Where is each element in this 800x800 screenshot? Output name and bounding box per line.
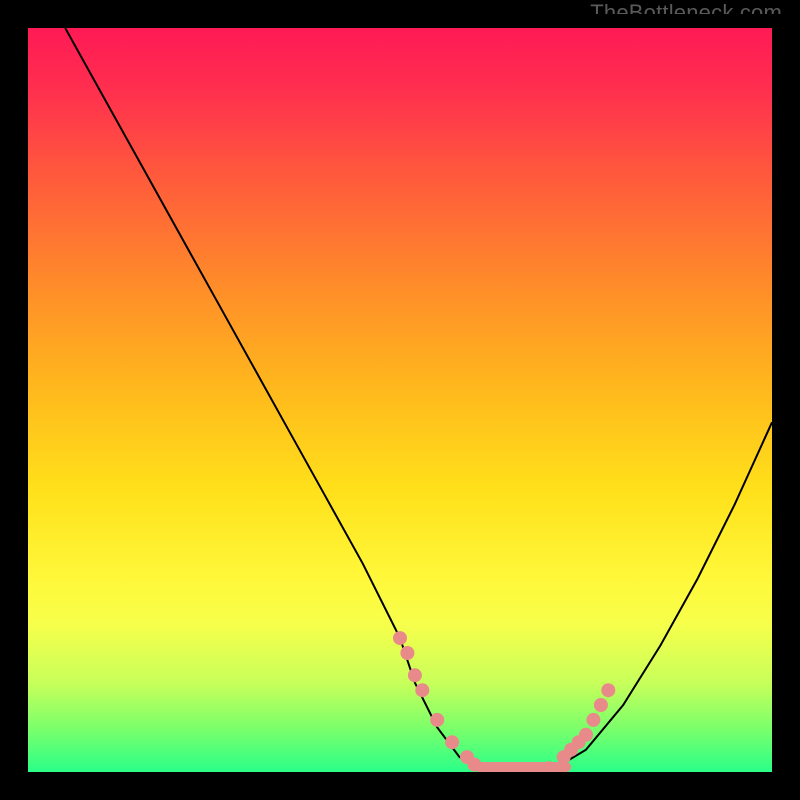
- highlight-dot: [586, 713, 600, 727]
- highlight-dot: [594, 698, 608, 712]
- bottom-band-group: [474, 762, 571, 772]
- highlight-dot: [415, 683, 429, 697]
- bottleneck-curve-path: [65, 28, 772, 772]
- bottom-band-segment: [549, 762, 571, 772]
- highlight-dot: [393, 631, 407, 645]
- highlight-dot: [579, 728, 593, 742]
- highlight-dot: [601, 683, 615, 697]
- plot-area: [28, 28, 772, 772]
- highlight-dot: [445, 735, 459, 749]
- chart-svg: [28, 28, 772, 772]
- highlight-dot: [408, 668, 422, 682]
- highlight-dots-group: [393, 631, 615, 772]
- highlight-dot: [430, 713, 444, 727]
- highlight-dot: [400, 646, 414, 660]
- outer-black-frame: [14, 14, 786, 786]
